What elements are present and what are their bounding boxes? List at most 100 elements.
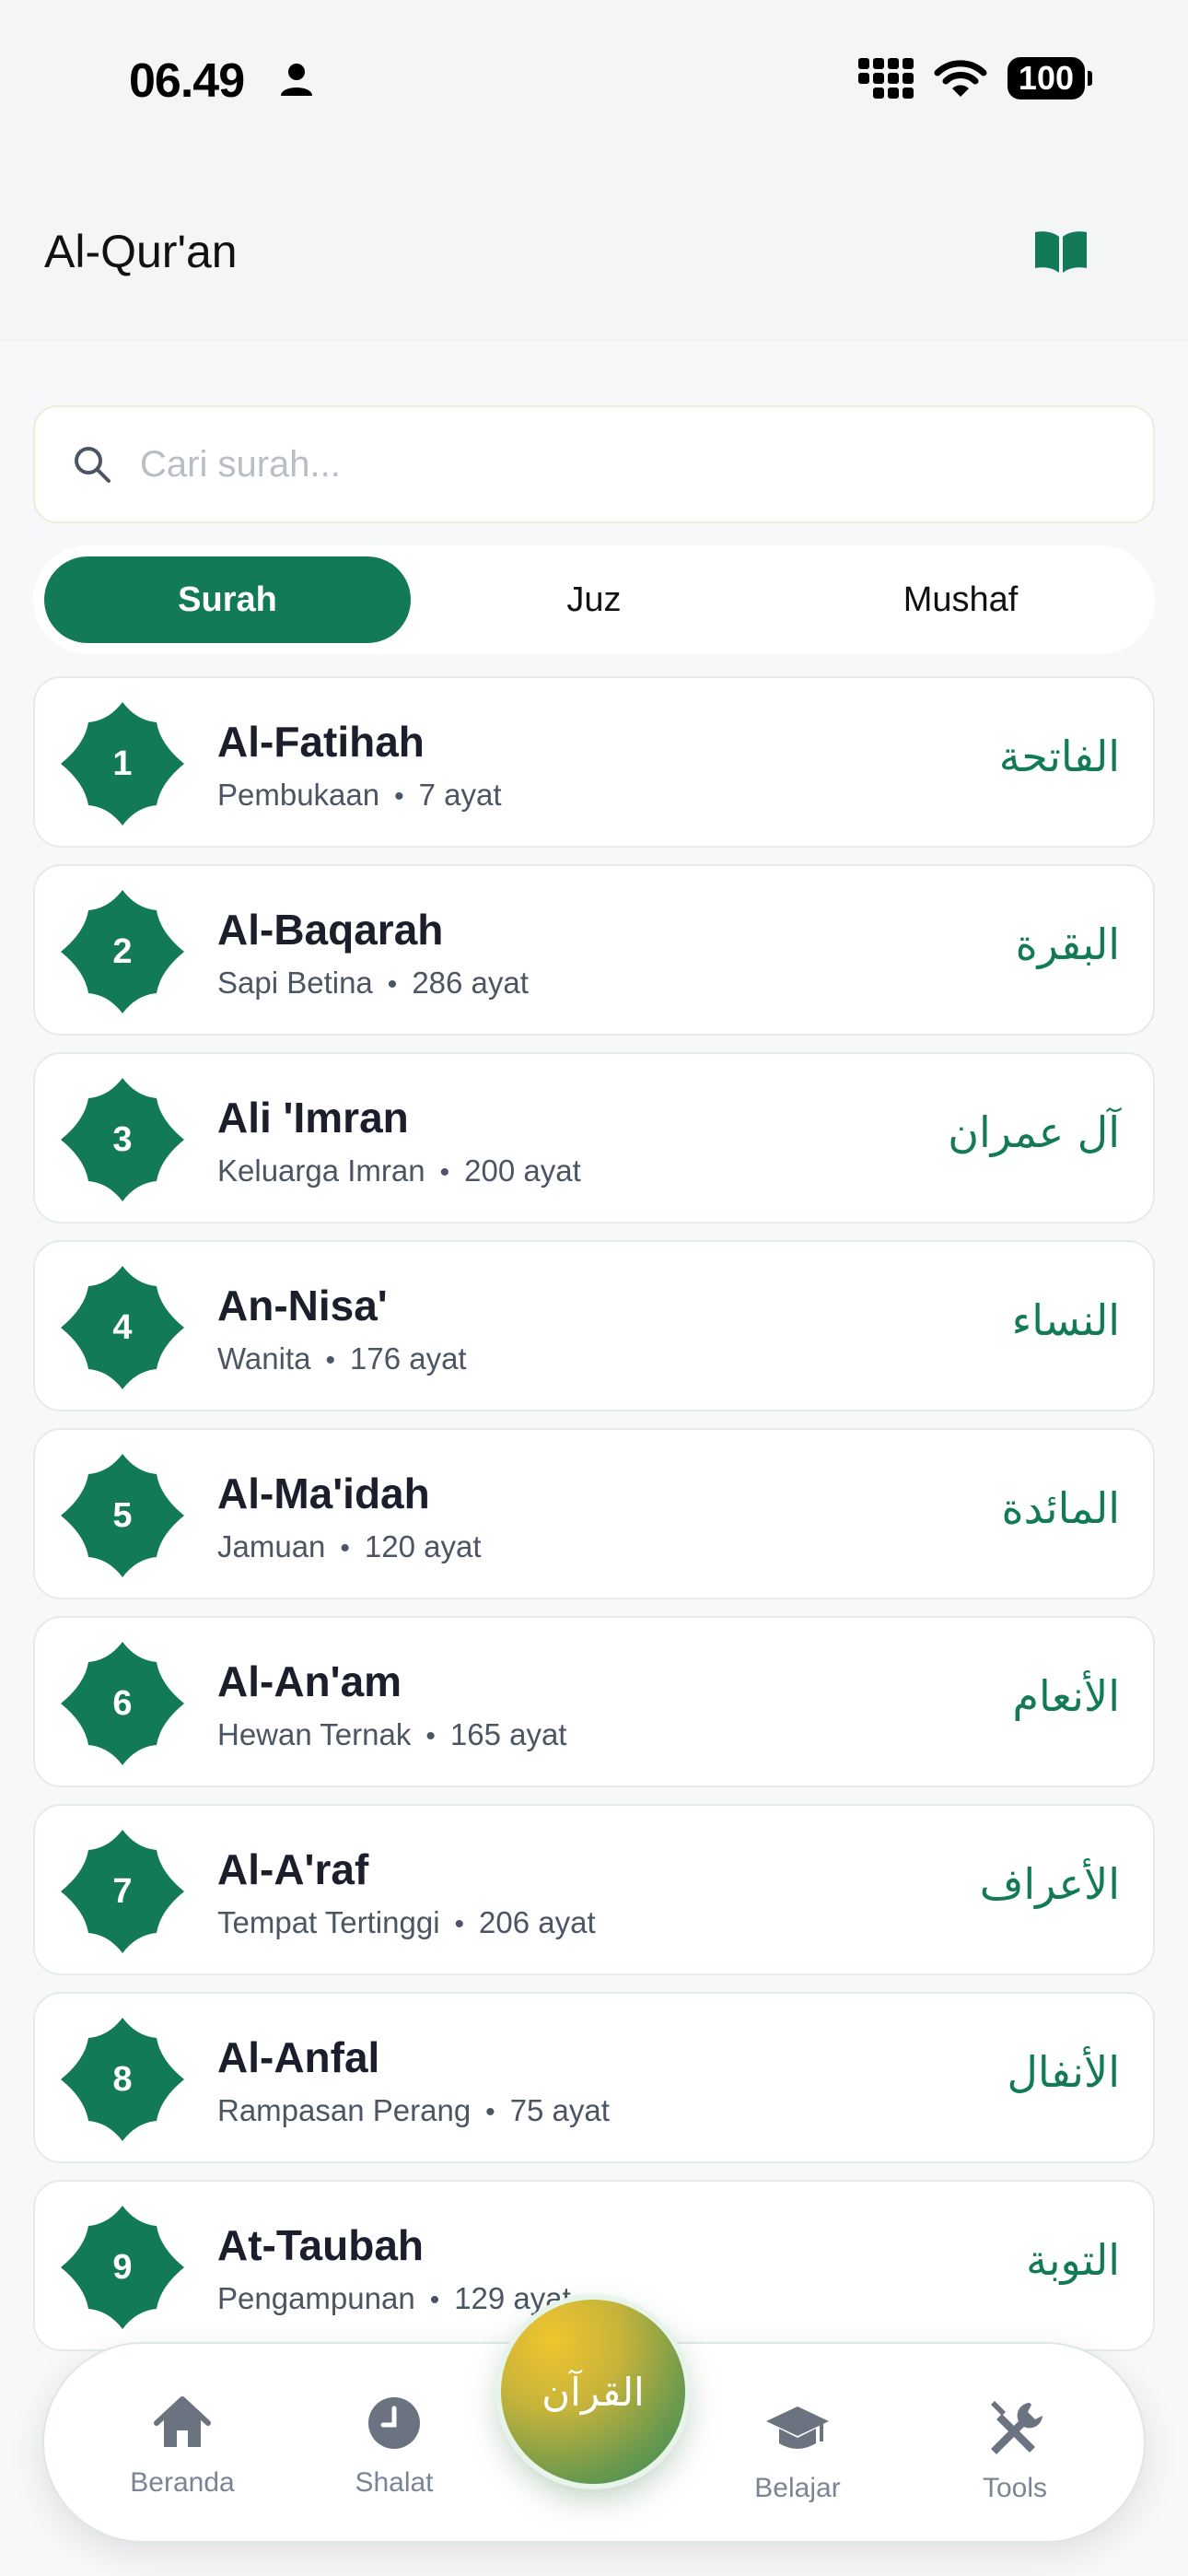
separator-dot: •: [387, 969, 398, 1000]
surah-ayat-count: 7 ayat: [418, 778, 502, 812]
surah-name: Al-Fatihah: [217, 718, 425, 766]
surah-number: 2: [112, 931, 133, 971]
tab-juz[interactable]: Juz: [411, 556, 777, 643]
search-icon: [75, 447, 111, 483]
surah-meaning: Jamuan: [217, 1529, 326, 1563]
surah-card[interactable]: 1 Al-Fatihah Pembukaan • 7 ayat الفاتحة: [33, 676, 1155, 848]
separator-dot: •: [485, 2097, 495, 2127]
surah-card[interactable]: 8 Al-Anfal Rampasan Perang • 75 ayat الأنف…: [33, 1992, 1155, 2163]
status-indicators: 100: [857, 57, 1093, 100]
search-input[interactable]: [140, 443, 1061, 486]
surah-card[interactable]: 7 Al-A'raf Tempat Tertinggi • 206 ayat الأ…: [33, 1804, 1155, 1975]
battery-indicator: 100: [1007, 57, 1093, 100]
view-tabs: Surah Juz Mushaf: [33, 545, 1155, 654]
nav-home[interactable]: Beranda: [99, 2390, 265, 2499]
surah-meaning: Hewan Ternak: [217, 1717, 412, 1751]
surah-ayat-count: 176 ayat: [350, 1341, 467, 1376]
surah-arabic-name: الأنفال: [1007, 2047, 1120, 2097]
separator-dot: •: [340, 1533, 350, 1563]
tools-icon: [991, 2401, 1042, 2454]
surah-number: 5: [112, 1495, 133, 1535]
surah-number-badge: 9: [57, 2202, 188, 2333]
surah-card[interactable]: 6 Al-An'am Hewan Ternak • 165 ayat الأنعام: [33, 1616, 1155, 1787]
surah-ayat-count: 165 ayat: [449, 1717, 567, 1751]
separator-dot: •: [429, 2285, 440, 2315]
nav-prayer[interactable]: Shalat: [311, 2390, 477, 2499]
surah-number-badge: 4: [57, 1262, 188, 1393]
nav-tools-label: Tools: [982, 2473, 1048, 2503]
quran-fab-button[interactable]: القرآن: [501, 2300, 685, 2484]
surah-card[interactable]: 3 Ali 'Imran Keluarga Imran • 200 ayat آل …: [33, 1052, 1155, 1224]
surah-meta: Pengampunan • 129 ayat: [217, 2281, 571, 2316]
surah-meaning: Wanita: [217, 1341, 311, 1376]
open-book-icon[interactable]: [1033, 228, 1089, 275]
surah-name: Al-A'raf: [217, 1845, 369, 1893]
surah-ayat-count: 120 ayat: [364, 1529, 482, 1563]
surah-meta: Rampasan Perang • 75 ayat: [217, 2093, 610, 2128]
surah-meta: Keluarga Imran • 200 ayat: [217, 1153, 581, 1188]
surah-arabic-name: النساء: [1011, 1295, 1120, 1345]
surah-meaning: Pengampunan: [217, 2281, 415, 2315]
surah-number: 9: [112, 2247, 133, 2287]
cellular-signal-icon: [857, 58, 914, 99]
surah-ayat-count: 75 ayat: [509, 2093, 610, 2127]
separator-dot: •: [394, 781, 404, 812]
surah-name: An-Nisa': [217, 1282, 388, 1329]
surah-arabic-name: آل عمران: [948, 1107, 1120, 1157]
surah-number-badge: 6: [57, 1638, 188, 1769]
surah-list: 1 Al-Fatihah Pembukaan • 7 ayat الفاتحة 2 …: [33, 676, 1155, 2368]
quran-fab-label: القرآن: [542, 2369, 645, 2415]
surah-arabic-name: الأعراف: [979, 1859, 1120, 1909]
surah-name: At-Taubah: [217, 2221, 425, 2269]
surah-name: Ali 'Imran: [217, 1094, 409, 1142]
surah-card[interactable]: 4 An-Nisa' Wanita • 176 ayat النساء: [33, 1240, 1155, 1411]
surah-meta: Pembukaan • 7 ayat: [217, 778, 502, 813]
surah-number-badge: 3: [57, 1074, 188, 1205]
surah-arabic-name: الفاتحة: [998, 732, 1120, 781]
surah-ayat-count: 286 ayat: [412, 966, 529, 1000]
person-icon: [281, 64, 312, 96]
surah-ayat-count: 200 ayat: [464, 1153, 581, 1188]
nav-prayer-label: Shalat: [355, 2467, 434, 2498]
surah-meaning: Rampasan Perang: [217, 2093, 472, 2127]
surah-card[interactable]: 5 Al-Ma'idah Jamuan • 120 ayat المائدة: [33, 1428, 1155, 1599]
surah-arabic-name: المائدة: [1001, 1483, 1120, 1533]
separator-dot: •: [454, 1909, 465, 1939]
tab-mushaf[interactable]: Mushaf: [777, 556, 1144, 643]
surah-number: 4: [112, 1307, 133, 1347]
surah-meta: Wanita • 176 ayat: [217, 1341, 467, 1376]
surah-arabic-name: التوبة: [1026, 2235, 1120, 2285]
status-time: 06.49: [129, 54, 245, 108]
surah-meaning: Sapi Betina: [217, 966, 373, 1000]
surah-ayat-count: 206 ayat: [479, 1905, 596, 1939]
home-icon: [154, 2396, 211, 2447]
nav-learn-label: Belajar: [754, 2473, 841, 2503]
surah-number-badge: 7: [57, 1826, 188, 1957]
search-bar[interactable]: [33, 405, 1155, 523]
surah-number: 8: [112, 2059, 133, 2099]
nav-tools[interactable]: Tools: [932, 2395, 1098, 2504]
separator-dot: •: [425, 1721, 436, 1751]
page-title: Al-Qur'an: [44, 226, 238, 277]
surah-number: 3: [112, 1119, 133, 1159]
surah-name: Al-Baqarah: [217, 906, 444, 954]
surah-number-badge: 1: [57, 698, 188, 829]
surah-number: 7: [112, 1871, 133, 1911]
surah-card[interactable]: 2 Al-Baqarah Sapi Betina • 286 ayat البقرة: [33, 864, 1155, 1036]
surah-number-badge: 5: [57, 1450, 188, 1581]
surah-number: 1: [112, 744, 133, 783]
tab-surah[interactable]: Surah: [44, 556, 411, 643]
surah-number-badge: 2: [57, 886, 188, 1017]
surah-meta: Sapi Betina • 286 ayat: [217, 966, 529, 1001]
nav-home-label: Beranda: [130, 2467, 235, 2498]
surah-meta: Tempat Tertinggi • 206 ayat: [217, 1905, 596, 1940]
nav-learn[interactable]: Belajar: [715, 2395, 880, 2504]
surah-meta: Hewan Ternak • 165 ayat: [217, 1717, 566, 1752]
surah-arabic-name: البقرة: [1015, 919, 1120, 969]
quran-screen: 06.49 100 Al-Qur'an Cari surah... Surah …: [0, 0, 1188, 2576]
clock-icon: [368, 2397, 420, 2449]
surah-name: Al-An'am: [217, 1657, 402, 1705]
surah-number-badge: 8: [57, 2014, 188, 2145]
surah-meta: Jamuan • 120 ayat: [217, 1529, 482, 1564]
surah-meaning: Tempat Tertinggi: [217, 1905, 440, 1939]
